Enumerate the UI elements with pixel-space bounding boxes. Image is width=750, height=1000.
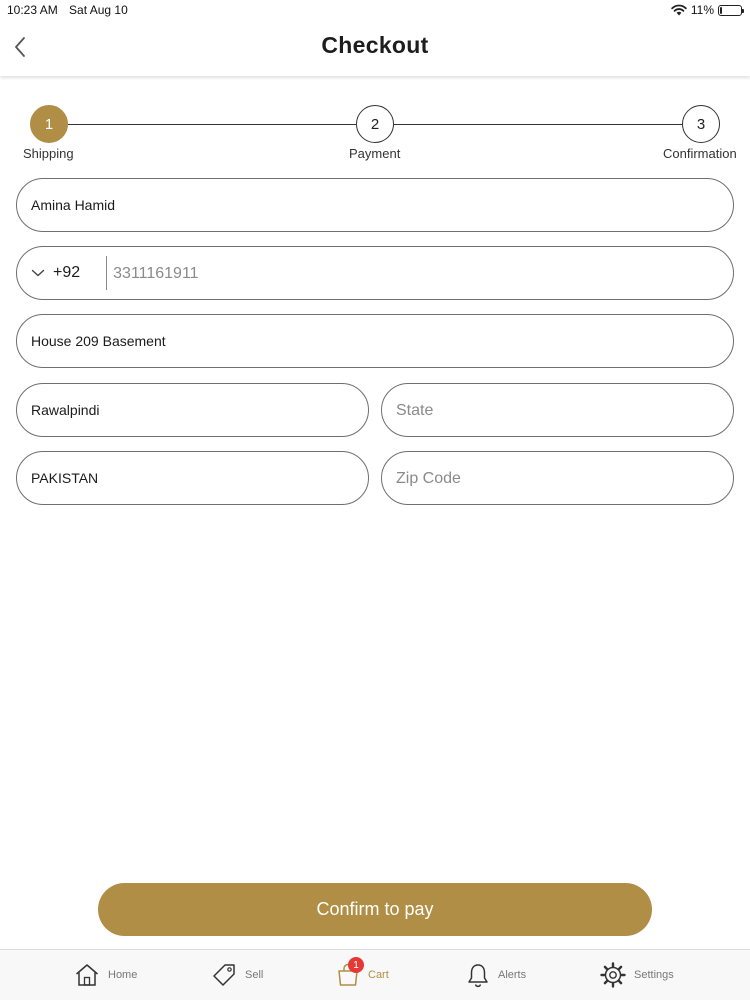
tab-home[interactable]: Home	[74, 960, 137, 990]
step-payment-label: Payment	[349, 146, 401, 161]
tag-icon	[213, 964, 235, 986]
address-input[interactable]	[31, 333, 733, 349]
confirm-to-pay-button[interactable]: Confirm to pay	[98, 883, 652, 936]
cart-badge: 1	[348, 957, 364, 973]
phone-field[interactable]: +92	[16, 246, 734, 300]
battery-percent: 11%	[690, 3, 714, 17]
country-input[interactable]	[31, 470, 368, 486]
tab-alerts[interactable]: Alerts	[466, 960, 526, 990]
address-field[interactable]	[16, 314, 734, 368]
tab-cart-label: Cart	[368, 969, 389, 981]
full-name-input[interactable]	[31, 197, 733, 213]
tab-sell-label: Sell	[245, 969, 264, 981]
tab-bar: Home Sell 1 Cart Alerts Settings	[0, 949, 750, 1000]
status-right: 11%	[671, 3, 744, 17]
zip-field[interactable]	[381, 451, 734, 505]
tab-cart[interactable]: 1 Cart	[336, 957, 389, 990]
chevron-down-icon	[31, 269, 45, 277]
full-name-field[interactable]	[16, 178, 734, 232]
step-shipping-label: Shipping	[23, 146, 74, 161]
cart-icon-wrap: 1	[336, 957, 364, 987]
bell-icon	[468, 964, 488, 988]
tab-sell[interactable]: Sell	[211, 960, 263, 990]
status-date: Sat Aug 10	[69, 3, 128, 17]
tab-settings-label: Settings	[634, 969, 674, 981]
header: Checkout	[0, 22, 750, 76]
gear-icon	[600, 962, 626, 988]
phone-input[interactable]	[107, 265, 733, 281]
checkout-stepper: 1 Shipping 2 Payment 3 Confirmation	[0, 104, 750, 166]
country-code-value: +92	[53, 264, 81, 281]
status-bar: 10:23 AM Sat Aug 10 11%	[0, 0, 750, 22]
step-connector-2	[394, 124, 682, 125]
step-shipping-circle[interactable]: 1	[30, 105, 68, 143]
tab-alerts-label: Alerts	[498, 969, 527, 981]
step-connector-1	[68, 124, 356, 125]
home-icon	[76, 964, 98, 986]
step-confirmation-label: Confirmation	[663, 146, 737, 161]
country-field[interactable]	[16, 451, 369, 505]
tab-home-label: Home	[108, 969, 138, 981]
status-time: 10:23 AM	[7, 3, 58, 17]
battery-icon	[718, 4, 744, 16]
battery-fill	[720, 6, 722, 14]
country-code-select[interactable]: +92	[31, 256, 108, 290]
city-input[interactable]	[31, 402, 368, 418]
tab-settings[interactable]: Settings	[600, 960, 674, 990]
state-field[interactable]	[381, 383, 734, 437]
page-title: Checkout	[321, 32, 429, 58]
wifi-icon	[671, 4, 687, 16]
status-left: 10:23 AM Sat Aug 10	[7, 3, 128, 17]
step-confirmation-circle[interactable]: 3	[682, 105, 720, 143]
checkout-screen: 10:23 AM Sat Aug 10 11% Checkout 1 Shipp…	[0, 0, 750, 1000]
step-payment-circle[interactable]: 2	[356, 105, 394, 143]
zip-input[interactable]	[396, 470, 733, 486]
state-input[interactable]	[396, 402, 733, 418]
city-field[interactable]	[16, 383, 369, 437]
